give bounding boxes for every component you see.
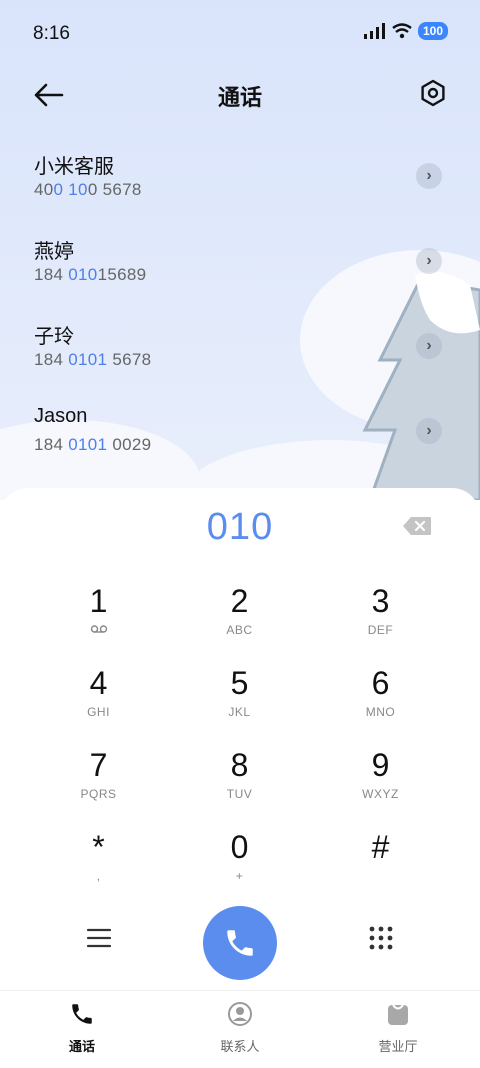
contact-number: 184 0101 5678 [34,350,151,370]
key-digit: # [371,829,390,865]
key-4[interactable]: 4 GHI [28,665,169,747]
key-letters: PQRS [80,787,117,801]
key-9[interactable]: 9 WXYZ [310,747,451,829]
key-letters: + [235,869,244,883]
chevron-right-icon[interactable]: › [416,333,442,359]
call-button[interactable] [203,906,277,980]
bottom-tab-bar: 通话 联系人 营业厅 [0,990,480,1068]
shopping-bag-icon [388,1004,408,1025]
contact-suggestions-list: 小米客服 400 100 5678 › 燕婷 184 01015689 › 子玲… [0,140,480,480]
chevron-right-icon[interactable]: › [416,163,442,189]
tab-calls[interactable]: 通话 [32,1001,132,1055]
battery-indicator: 100 [417,22,448,40]
key-digit: 9 [371,747,390,783]
key-letters: ABC [226,623,253,637]
key-digit: 5 [230,665,249,701]
number-part: 15689 [97,265,147,284]
chevron-right-icon[interactable]: › [416,248,442,274]
backspace-icon[interactable] [402,516,432,536]
contact-number: 184 0101 0029 [34,435,151,455]
key-digit: 8 [230,747,249,783]
page-title: 通话 [217,85,262,110]
number-part: 40 [34,180,54,199]
contact-name: 子玲 [34,326,74,348]
key-0[interactable]: 0 + [169,829,310,911]
contact-item[interactable]: 燕婷 184 01015689 › [0,225,480,310]
phone-icon [227,930,253,956]
key-hash[interactable]: # [310,829,451,911]
key-letters: TUV [226,787,253,801]
key-digit: 2 [230,583,249,619]
status-icons: 100 [363,22,448,40]
dial-keypad: 1 2 ABC 3 DEF 4 GHI 5 JKL 6 MNO 7 PQRS 8… [28,583,452,911]
key-digit: 0 [230,829,249,865]
number-part: 184 [34,265,69,284]
number-part: 5678 [107,350,152,369]
tab-label: 营业厅 [378,1039,418,1054]
key-letters: WXYZ [362,787,399,801]
contact-number: 184 01015689 [34,265,146,285]
number-match: 0101 [68,350,108,369]
tab-label: 通话 [68,1039,95,1054]
key-digit: * [92,829,105,865]
chevron-right-icon[interactable]: › [416,418,442,444]
key-letters: , [96,869,101,883]
key-8[interactable]: 8 TUV [169,747,310,829]
key-digit: 3 [371,583,390,619]
contact-number: 400 100 5678 [34,180,142,200]
key-3[interactable]: 3 DEF [310,583,451,665]
signal-icon [363,23,385,39]
dialer-panel: 010 1 2 ABC 3 DEF 4 GHI 5 JKL 6 MNO 7 PQ… [0,488,480,1067]
person-icon [228,1002,252,1026]
key-7[interactable]: 7 PQRS [28,747,169,829]
status-bar: 8:16 100 [0,0,480,66]
key-letters: GHI [87,705,110,719]
number-part: 0 5678 [87,180,142,199]
contact-item[interactable]: Jason 184 0101 0029 › [0,395,480,480]
contact-item[interactable]: 小米客服 400 100 5678 › [0,140,480,225]
key-6[interactable]: 6 MNO [310,665,451,747]
phone-icon [72,1004,92,1024]
dialer-actions [0,903,480,983]
wifi-icon [392,23,412,39]
key-digit: 1 [89,583,108,619]
dialpad-icon[interactable] [368,925,394,951]
key-digit: 7 [89,747,108,783]
key-letters: MNO [365,705,396,719]
key-1[interactable]: 1 [28,583,169,665]
contact-name: 燕婷 [34,241,74,263]
tab-contacts[interactable]: 联系人 [190,1001,290,1055]
key-2[interactable]: 2 ABC [169,583,310,665]
key-letters [310,869,451,883]
number-part: 0029 [107,435,152,454]
tab-label: 联系人 [220,1039,260,1054]
number-part: 184 [34,435,69,454]
settings-hexagon-icon[interactable] [418,78,448,108]
number-match: 0 10 [53,180,88,199]
tab-service-hall[interactable]: 营业厅 [348,1001,448,1055]
header: 通话 [0,66,480,124]
key-star[interactable]: * , [28,829,169,911]
number-part: 184 [34,350,69,369]
key-digit: 6 [371,665,390,701]
key-5[interactable]: 5 JKL [169,665,310,747]
voicemail-icon [28,623,169,637]
key-letters: JKL [228,705,251,719]
contact-name: Jason [34,405,88,427]
contact-name: 小米客服 [34,156,114,178]
menu-icon[interactable] [86,925,112,951]
number-match: 0101 [68,435,108,454]
contact-item[interactable]: 子玲 184 0101 5678 › [0,310,480,395]
number-match: 010 [68,265,98,284]
key-digit: 4 [89,665,108,701]
status-time: 8:16 [33,23,70,44]
key-letters: DEF [367,623,394,637]
